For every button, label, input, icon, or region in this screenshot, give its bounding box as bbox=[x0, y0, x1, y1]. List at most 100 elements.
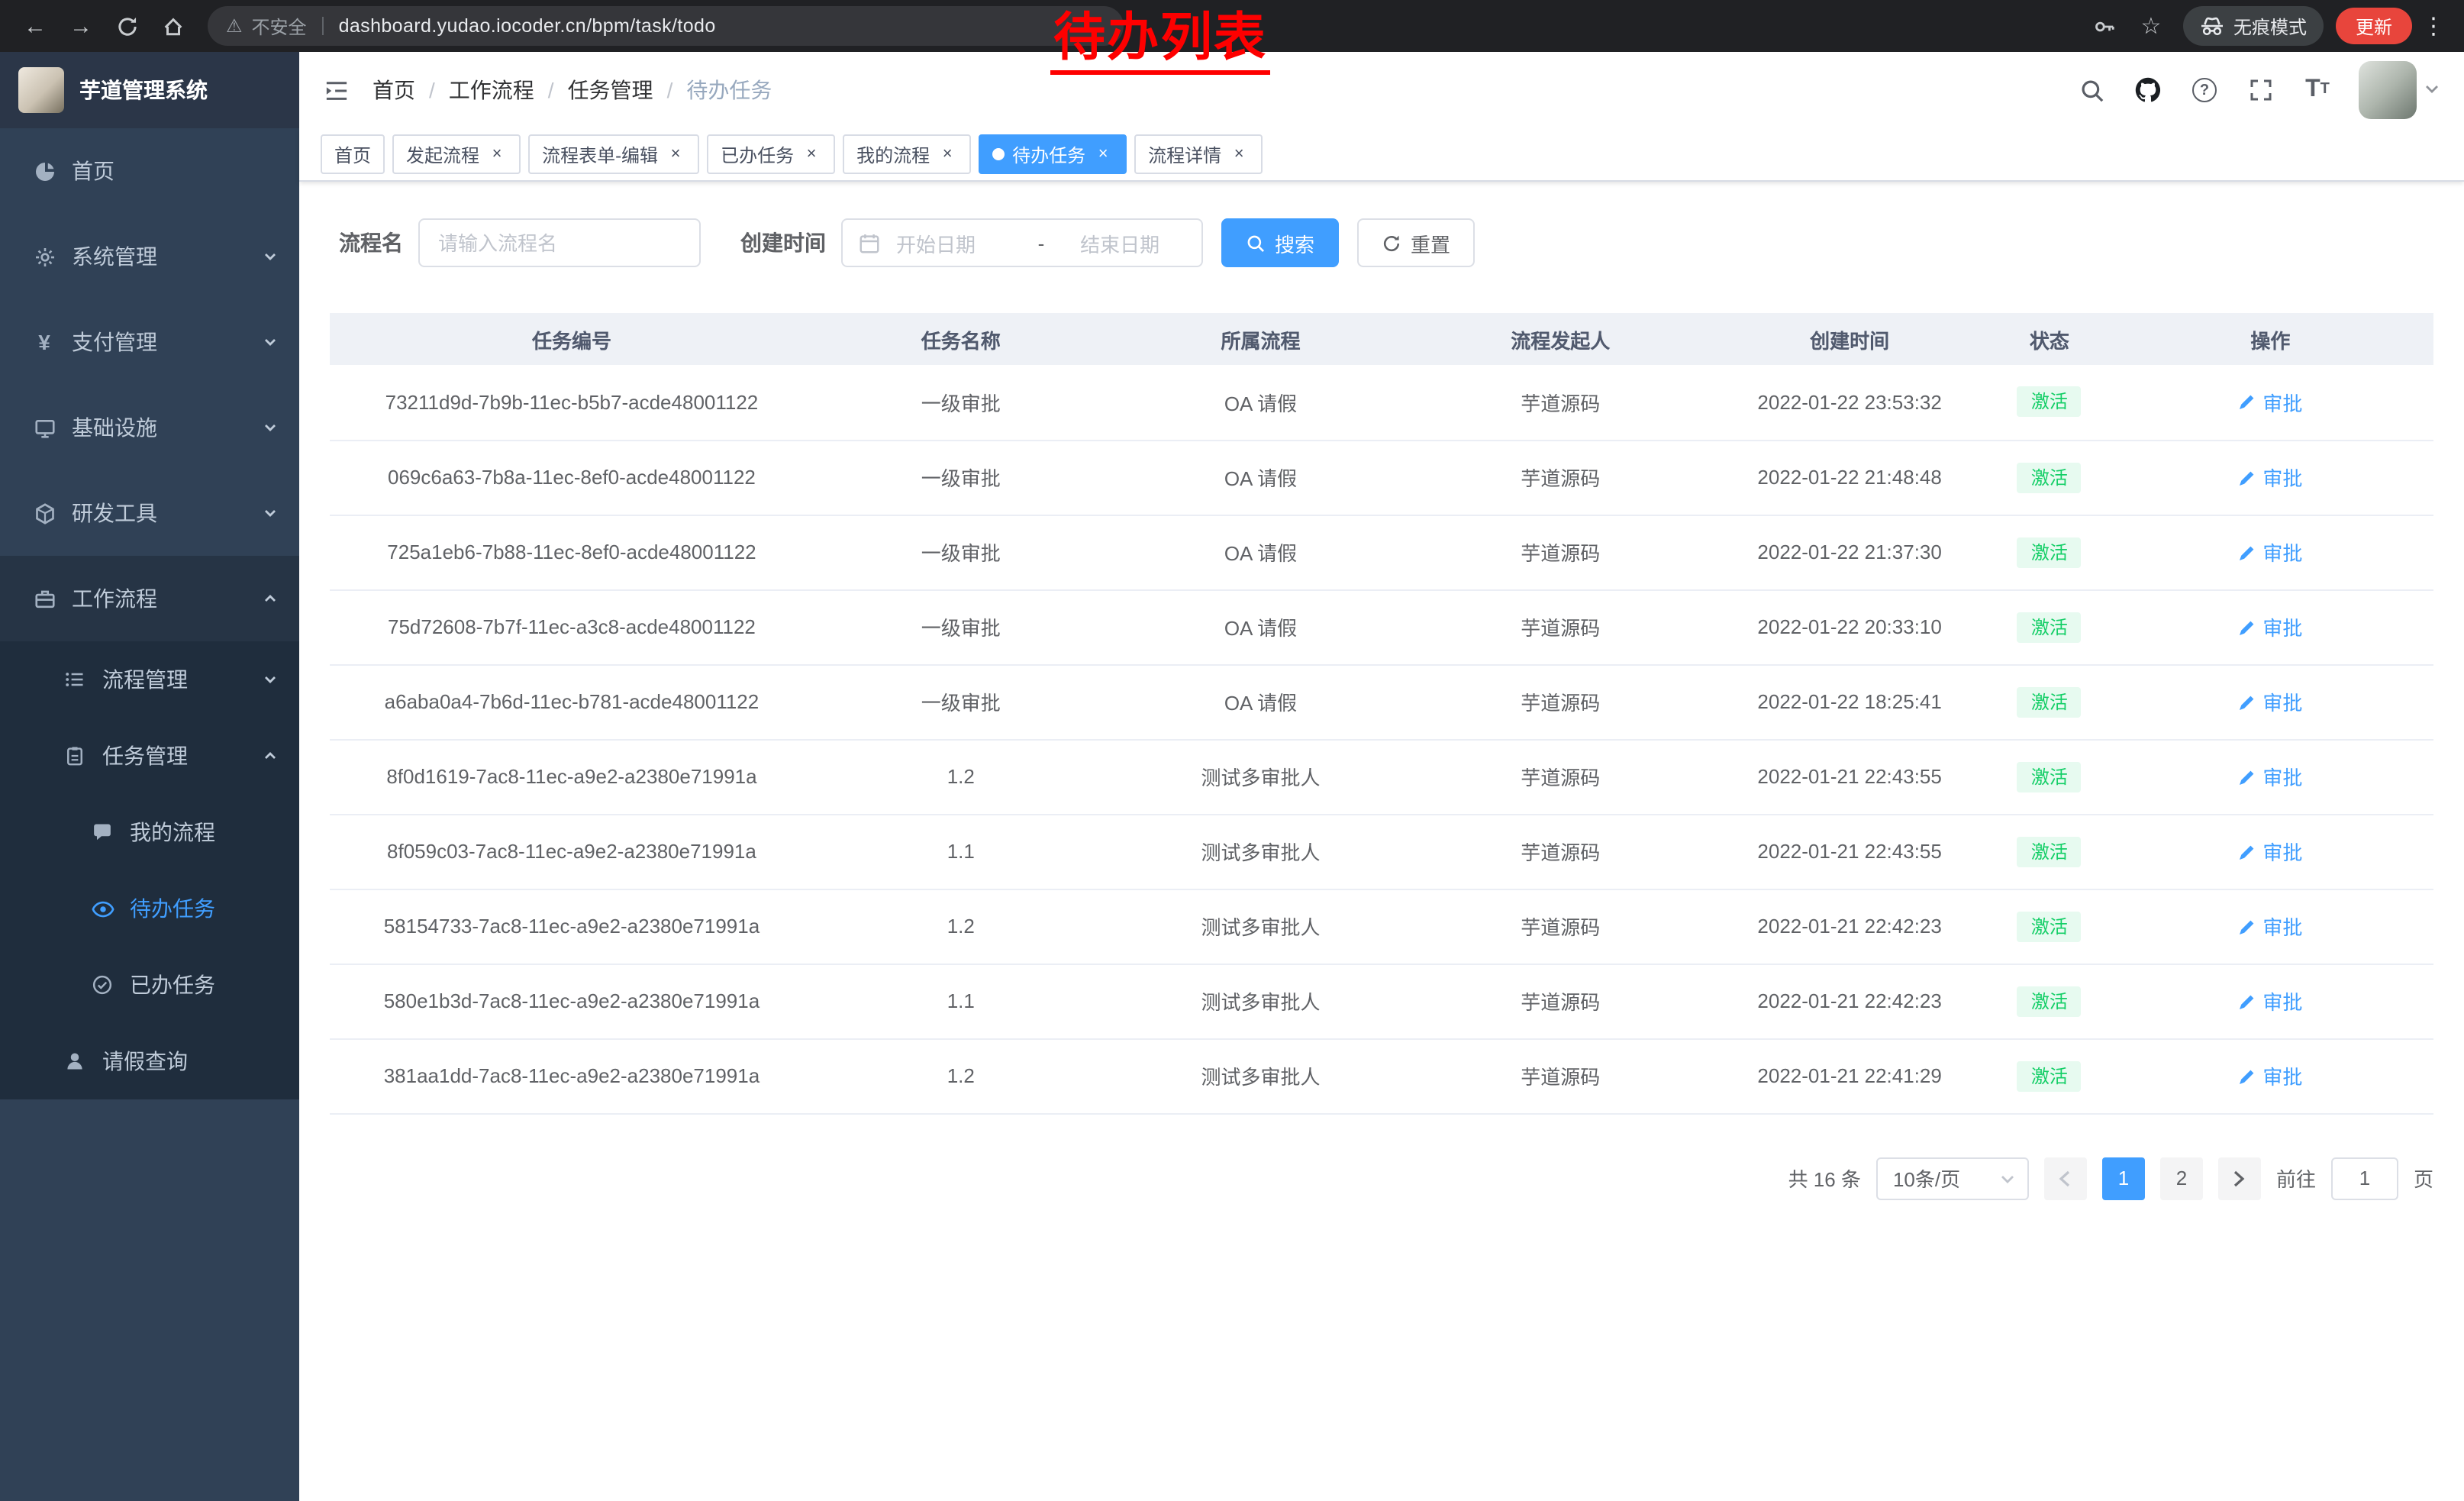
browser-menu-icon[interactable]: ⋮ bbox=[2418, 12, 2449, 40]
browser-back-icon[interactable]: ← bbox=[15, 6, 55, 46]
created-cell: 2022-01-21 22:42:23 bbox=[1708, 889, 1992, 964]
incognito-badge: 无痕模式 bbox=[2183, 6, 2324, 46]
gear-icon bbox=[31, 245, 58, 268]
status-cell: 激活 bbox=[1992, 964, 2108, 1038]
action-cell: 审批 bbox=[2108, 889, 2433, 964]
yen-icon: ¥ bbox=[31, 330, 58, 354]
approve-link[interactable]: 审批 bbox=[2238, 1061, 2302, 1090]
goto-label: 前往 bbox=[2276, 1164, 2316, 1193]
starter-cell: 芋道源码 bbox=[1413, 589, 1708, 664]
approve-link[interactable]: 审批 bbox=[2238, 837, 2302, 866]
tab-process-form-edit[interactable]: 流程表单-编辑 × bbox=[528, 134, 699, 174]
page-size-select[interactable]: 10条/页 bbox=[1876, 1157, 2029, 1199]
task-name-cell: 1.1 bbox=[814, 964, 1108, 1038]
warning-icon: ⚠ bbox=[226, 15, 243, 37]
breadcrumb-workflow[interactable]: 工作流程 bbox=[449, 75, 534, 105]
close-icon[interactable]: × bbox=[1229, 144, 1249, 164]
avatar bbox=[2359, 61, 2417, 119]
close-icon[interactable]: × bbox=[801, 144, 821, 164]
status-badge: 激活 bbox=[2017, 686, 2082, 717]
address-bar[interactable]: ⚠ 不安全 dashboard.yudao.iocoder.cn/bpm/tas… bbox=[208, 6, 1124, 46]
sidebar-item-task-management[interactable]: 任务管理 bbox=[0, 718, 299, 794]
process-name-input[interactable] bbox=[418, 218, 701, 267]
process-name-label: 流程名 bbox=[339, 228, 403, 258]
app-logo-image bbox=[18, 67, 64, 113]
goto-page-input[interactable] bbox=[2331, 1157, 2398, 1199]
sidebar-item-label: 基础设施 bbox=[72, 412, 157, 443]
sidebar-item-process-management[interactable]: 流程管理 bbox=[0, 641, 299, 718]
tab-label: 流程详情 bbox=[1148, 141, 1221, 167]
approve-link[interactable]: 审批 bbox=[2238, 463, 2302, 492]
browser-home-icon[interactable] bbox=[153, 6, 192, 46]
sidebar-item-devtools[interactable]: 研发工具 bbox=[0, 470, 299, 556]
github-icon[interactable] bbox=[2133, 73, 2163, 107]
browser-update-button[interactable]: 更新 bbox=[2336, 8, 2412, 44]
tab-my-process[interactable]: 我的流程 × bbox=[843, 134, 971, 174]
breadcrumb-home[interactable]: 首页 bbox=[373, 75, 415, 105]
browser-reload-icon[interactable] bbox=[107, 6, 147, 46]
sidebar-item-todo-tasks[interactable]: 待办任务 bbox=[0, 870, 299, 947]
sidebar-item-infrastructure[interactable]: 基础设施 bbox=[0, 385, 299, 470]
sidebar-toggle-icon[interactable] bbox=[324, 79, 350, 102]
fullscreen-icon[interactable] bbox=[2246, 73, 2276, 107]
close-icon[interactable]: × bbox=[937, 144, 957, 164]
approve-link[interactable]: 审批 bbox=[2238, 687, 2302, 716]
tab-process-detail[interactable]: 流程详情 × bbox=[1134, 134, 1263, 174]
approve-link[interactable]: 审批 bbox=[2238, 612, 2302, 641]
next-page-button[interactable] bbox=[2218, 1157, 2261, 1199]
starter-cell: 芋道源码 bbox=[1413, 814, 1708, 889]
tab-start-process[interactable]: 发起流程 × bbox=[392, 134, 521, 174]
status-cell: 激活 bbox=[1992, 739, 2108, 814]
sidebar-item-my-process[interactable]: 我的流程 bbox=[0, 794, 299, 870]
approve-link-label: 审批 bbox=[2262, 612, 2302, 641]
prev-page-button[interactable] bbox=[2044, 1157, 2087, 1199]
user-menu[interactable] bbox=[2359, 61, 2440, 119]
starter-cell: 芋道源码 bbox=[1413, 1038, 1708, 1113]
approve-link[interactable]: 审批 bbox=[2238, 912, 2302, 941]
breadcrumb: 首页 / 工作流程 / 任务管理 / 待办任务 bbox=[373, 75, 772, 105]
close-icon[interactable]: × bbox=[666, 144, 685, 164]
approve-link[interactable]: 审批 bbox=[2238, 762, 2302, 791]
close-icon[interactable]: × bbox=[487, 144, 507, 164]
active-dot bbox=[992, 148, 1005, 160]
status-badge: 激活 bbox=[2017, 986, 2082, 1016]
page-button-1[interactable]: 1 bbox=[2102, 1157, 2145, 1199]
browser-forward-icon[interactable]: → bbox=[61, 6, 101, 46]
task-name-cell: 一级审批 bbox=[814, 664, 1108, 739]
sidebar-item-system[interactable]: 系统管理 bbox=[0, 214, 299, 299]
table-row: 580e1b3d-7ac8-11ec-a9e2-a2380e71991a 1.1… bbox=[330, 964, 2433, 1038]
help-icon[interactable]: ? bbox=[2189, 73, 2220, 107]
approve-link[interactable]: 审批 bbox=[2238, 986, 2302, 1015]
chevron-up-icon bbox=[263, 591, 278, 606]
process-cell: 测试多审批人 bbox=[1108, 814, 1414, 889]
approve-link[interactable]: 审批 bbox=[2238, 388, 2302, 417]
reset-button[interactable]: 重置 bbox=[1357, 218, 1475, 267]
pagination: 共 16 条 10条/页 1 2 前往 页 bbox=[330, 1157, 2433, 1199]
app-logo[interactable]: 芋道管理系统 bbox=[0, 52, 299, 128]
page-button-2[interactable]: 2 bbox=[2160, 1157, 2203, 1199]
task-id-cell: 725a1eb6-7b88-11ec-8ef0-acde48001122 bbox=[330, 515, 814, 589]
process-cell: OA 请假 bbox=[1108, 515, 1414, 589]
sidebar-item-leave-query[interactable]: 请假查询 bbox=[0, 1023, 299, 1099]
sidebar-item-home[interactable]: 首页 bbox=[0, 128, 299, 214]
dashboard-icon bbox=[31, 160, 58, 182]
password-key-icon[interactable] bbox=[2085, 6, 2125, 46]
tags-view-bar: 首页 发起流程 × 流程表单-编辑 × 已办任务 × 我的流程 × 待办任务 ×… bbox=[299, 128, 2464, 182]
close-icon[interactable]: × bbox=[1093, 144, 1113, 164]
approve-link-label: 审批 bbox=[2262, 986, 2302, 1015]
create-time-range-picker[interactable]: 开始日期 - 结束日期 bbox=[841, 218, 1203, 267]
search-icon[interactable] bbox=[2076, 73, 2107, 107]
briefcase-icon bbox=[31, 587, 58, 610]
sidebar-item-payment[interactable]: ¥ 支付管理 bbox=[0, 299, 299, 385]
breadcrumb-task-management[interactable]: 任务管理 bbox=[568, 75, 653, 105]
bookmark-star-icon[interactable]: ☆ bbox=[2131, 6, 2171, 46]
search-button[interactable]: 搜索 bbox=[1221, 218, 1339, 267]
action-cell: 审批 bbox=[2108, 1038, 2433, 1113]
sidebar-item-done-tasks[interactable]: 已办任务 bbox=[0, 947, 299, 1023]
approve-link[interactable]: 审批 bbox=[2238, 537, 2302, 567]
tab-todo-tasks[interactable]: 待办任务 × bbox=[979, 134, 1127, 174]
tab-home[interactable]: 首页 bbox=[321, 134, 385, 174]
tab-done-tasks[interactable]: 已办任务 × bbox=[707, 134, 835, 174]
sidebar-item-workflow[interactable]: 工作流程 bbox=[0, 556, 299, 641]
font-size-icon[interactable]: TT bbox=[2302, 73, 2333, 107]
